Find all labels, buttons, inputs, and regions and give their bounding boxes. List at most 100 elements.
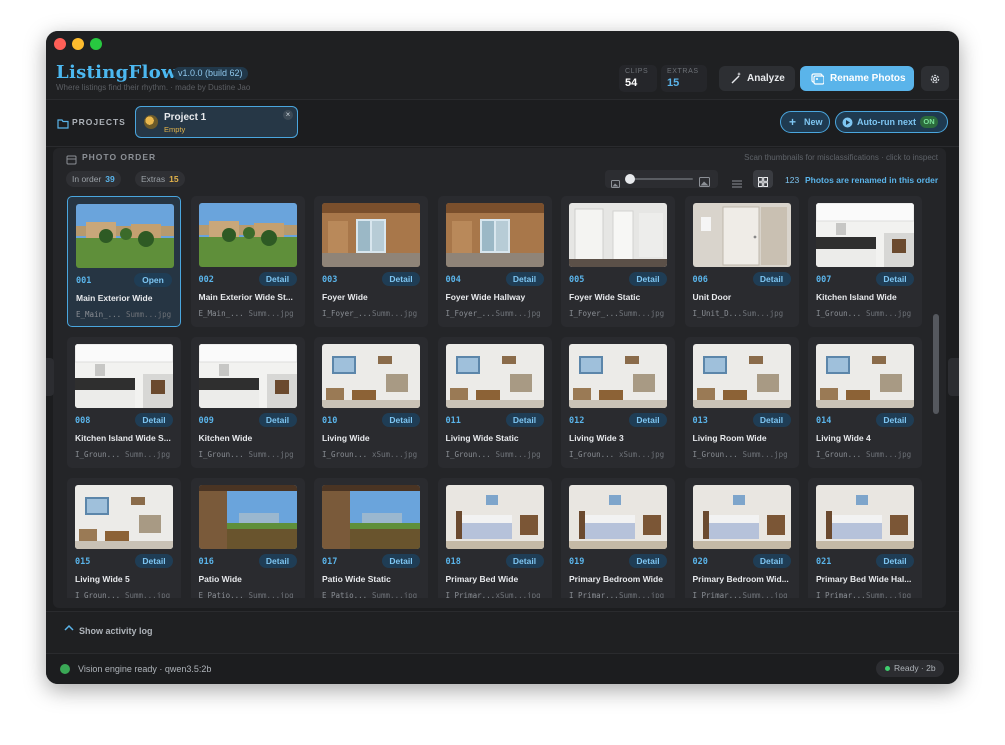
settings-button[interactable] <box>921 66 949 91</box>
photo-action-button[interactable]: Detail <box>135 554 173 568</box>
photo-card[interactable]: 011 Detail Living Wide Static I_Groun...… <box>437 337 552 468</box>
close-window-button[interactable] <box>54 38 66 50</box>
photo-action-button[interactable]: Detail <box>505 413 544 427</box>
zoom-window-button[interactable] <box>90 38 102 50</box>
photo-card[interactable]: 020 Detail Primary Bedroom Wid... I_Prim… <box>684 478 799 598</box>
photo-card[interactable]: 012 Detail Living Wide 3 I_Groun... xSum… <box>561 337 675 468</box>
ready-text: Ready · 2b <box>894 663 936 673</box>
photo-card[interactable]: 016 Detail Patio Wide E_Patio... Summ...… <box>190 478 305 598</box>
photo-card[interactable]: 019 Detail Primary Bedroom Wide I_Primar… <box>561 478 675 598</box>
analyze-button-label: Analyze <box>747 73 785 84</box>
minimize-window-button[interactable] <box>72 38 84 50</box>
left-panel-handle[interactable] <box>46 358 54 396</box>
photo-thumbnail[interactable] <box>198 485 297 549</box>
photo-action-button[interactable]: Detail <box>258 413 297 427</box>
photo-action-button[interactable]: Detail <box>629 272 667 286</box>
photo-card[interactable]: 014 Detail Living Wide 4 I_Groun... Summ… <box>808 337 922 468</box>
photo-action-button[interactable]: Open <box>134 273 172 287</box>
close-icon[interactable]: × <box>283 110 293 120</box>
photo-action-button[interactable]: Detail <box>876 554 914 568</box>
photo-card[interactable]: 008 Detail Kitchen Island Wide S... I_Gr… <box>67 337 181 468</box>
rename-photos-button[interactable]: Rename Photos <box>800 66 914 91</box>
photo-thumbnail[interactable] <box>198 344 297 408</box>
photo-action-button[interactable]: Detail <box>258 272 297 286</box>
grid-view-button[interactable] <box>753 170 773 188</box>
photo-thumbnail[interactable] <box>569 344 667 408</box>
photo-thumbnail[interactable] <box>322 485 420 549</box>
extras-label: Extras <box>141 174 166 184</box>
photo-action-button[interactable]: Detail <box>382 554 420 568</box>
photo-thumbnail[interactable] <box>322 203 420 267</box>
in-order-filter[interactable]: In order 39 <box>66 171 121 187</box>
photo-action-button[interactable]: Detail <box>135 413 173 427</box>
photo-thumbnail[interactable] <box>445 203 544 267</box>
image-small-icon <box>611 175 620 193</box>
activity-log-toggle[interactable]: Show activity log <box>46 611 959 654</box>
clips-stat-value: 54 <box>625 77 638 89</box>
autorun-state-badge: ON <box>920 116 938 128</box>
thumbnail-size-control <box>605 170 718 188</box>
photo-action-button[interactable]: Detail <box>382 272 420 286</box>
photo-thumbnail[interactable] <box>816 203 914 267</box>
photo-card[interactable]: 001 Open Main Exterior Wide E_Main_... S… <box>67 196 181 327</box>
photo-action-button[interactable]: Detail <box>629 413 667 427</box>
extras-filter[interactable]: Extras 15 <box>135 171 185 187</box>
photo-card[interactable]: 004 Detail Foyer Wide Hallway I_Foyer_..… <box>437 196 552 327</box>
photo-thumbnail[interactable] <box>692 344 791 408</box>
photo-card[interactable]: 010 Detail Living Wide I_Groun... xSum..… <box>314 337 428 468</box>
photo-action-button[interactable]: Detail <box>629 554 667 568</box>
photo-thumbnail[interactable] <box>569 485 667 549</box>
photo-file-suffix: xSum...jpg <box>495 591 541 598</box>
zoom-slider-knob[interactable] <box>625 174 635 184</box>
photo-filename: I_Groun... <box>322 450 368 459</box>
photo-thumbnail[interactable] <box>75 485 173 549</box>
photo-action-button[interactable]: Detail <box>258 554 297 568</box>
photo-number: 001 <box>76 276 92 286</box>
photo-card[interactable]: 006 Detail Unit Door I_Unit_D... Sum...j… <box>684 196 799 327</box>
photo-thumbnail[interactable] <box>75 344 173 408</box>
photo-action-button[interactable]: Detail <box>505 272 544 286</box>
activity-log-label: Show activity log <box>79 626 153 636</box>
photo-action-button[interactable]: Detail <box>876 413 914 427</box>
photo-action-button[interactable]: Detail <box>752 554 791 568</box>
photo-thumbnail[interactable] <box>816 485 914 549</box>
autorun-toggle[interactable]: Auto-run next ON <box>835 111 948 133</box>
photo-card[interactable]: 002 Detail Main Exterior Wide St... E_Ma… <box>190 196 305 327</box>
photo-action-button[interactable]: Detail <box>876 272 914 286</box>
photo-card[interactable]: 017 Detail Patio Wide Static E_Patio... … <box>314 478 428 598</box>
photo-thumbnail[interactable] <box>76 204 174 268</box>
photo-action-button[interactable]: Detail <box>382 413 420 427</box>
photo-thumbnail[interactable] <box>445 485 544 549</box>
photo-thumbnail[interactable] <box>198 203 297 267</box>
photo-card[interactable]: 007 Detail Kitchen Island Wide I_Groun..… <box>808 196 922 327</box>
photo-thumbnail[interactable] <box>692 203 791 267</box>
analyze-button[interactable]: Analyze <box>719 66 795 91</box>
list-view-button[interactable] <box>727 170 747 188</box>
photo-file-suffix: Summ...jpg <box>619 309 665 318</box>
photo-card[interactable]: 015 Detail Living Wide 5 I_Groun... Summ… <box>67 478 181 598</box>
project-thumbnail <box>144 115 158 129</box>
photo-card[interactable]: 018 Detail Primary Bed Wide I_Primar... … <box>437 478 552 598</box>
right-panel-handle[interactable] <box>948 358 959 396</box>
new-project-button[interactable]: + New <box>780 111 830 133</box>
photo-card[interactable]: 021 Detail Primary Bed Wide Hal... I_Pri… <box>808 478 922 598</box>
photo-thumbnail[interactable] <box>692 485 791 549</box>
zoom-slider-track[interactable] <box>629 178 693 180</box>
photo-thumbnail[interactable] <box>816 344 914 408</box>
photo-action-button[interactable]: Detail <box>752 272 791 286</box>
photo-action-button[interactable]: Detail <box>505 554 544 568</box>
photo-thumbnail[interactable] <box>322 344 420 408</box>
photo-thumbnail[interactable] <box>445 344 544 408</box>
photo-card[interactable]: 013 Detail Living Room Wide I_Groun... S… <box>684 337 799 468</box>
check-shield-icon <box>60 664 70 674</box>
photo-action-button[interactable]: Detail <box>752 413 791 427</box>
photo-thumbnail[interactable] <box>569 203 667 267</box>
photo-number: 004 <box>445 275 461 285</box>
photo-card[interactable]: 009 Detail Kitchen Wide I_Groun... Summ.… <box>190 337 305 468</box>
photo-filename: I_Primar... <box>569 591 619 598</box>
photo-card[interactable]: 003 Detail Foyer Wide I_Foyer_... Summ..… <box>314 196 428 327</box>
photo-file-suffix: Summ...jpg <box>125 450 171 459</box>
grid-scrollbar[interactable] <box>933 314 939 414</box>
project-card[interactable]: Project 1 Empty × <box>135 106 298 138</box>
photo-card[interactable]: 005 Detail Foyer Wide Static I_Foyer_...… <box>561 196 675 327</box>
